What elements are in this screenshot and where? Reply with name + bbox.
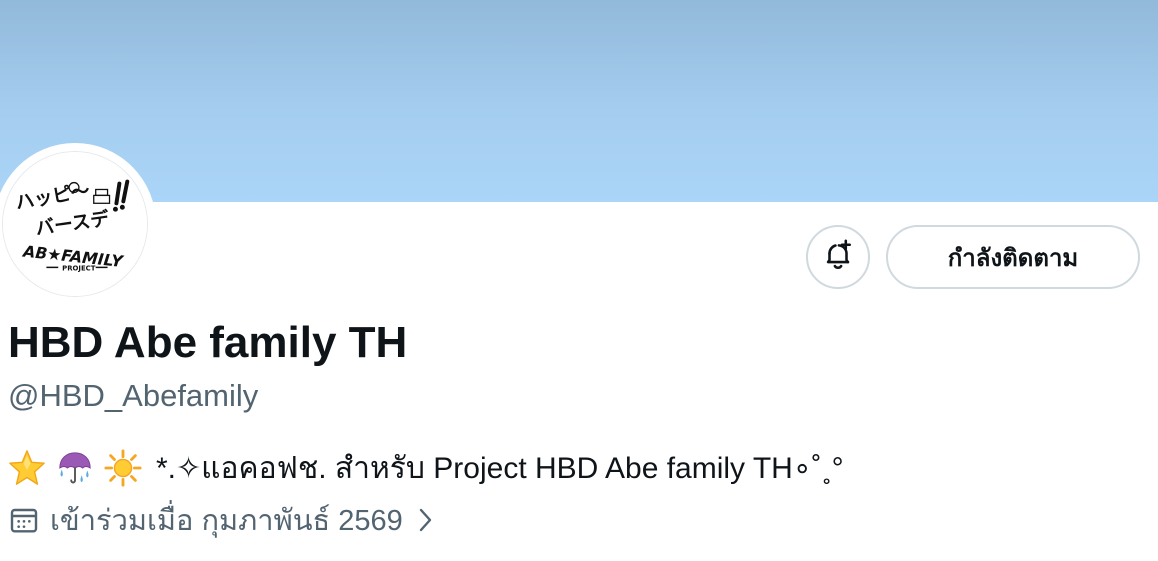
avatar[interactable]: ハッピ〜 バースデ AB★FAMILY PROJECT bbox=[2, 151, 148, 297]
avatar-logo: ハッピ〜 バースデ AB★FAMILY PROJECT bbox=[3, 152, 147, 296]
profile-joined-date[interactable]: เข้าร่วมเมื่อ กุมภาพันธ์ 2569 bbox=[8, 500, 437, 540]
avatar-logo-sub: PROJECT bbox=[62, 264, 96, 272]
profile-display-name: HBD Abe family TH bbox=[8, 318, 408, 367]
umbrella-rain-emoji bbox=[56, 449, 94, 487]
calendar-icon bbox=[8, 504, 40, 536]
following-button[interactable]: กำลังติดตาม bbox=[886, 225, 1140, 289]
profile-banner[interactable] bbox=[0, 0, 1158, 202]
profile-bio-text: *.✧แอคอฟช. สำหรับ Project HBD Abe family… bbox=[156, 451, 844, 485]
bell-plus-icon bbox=[821, 238, 855, 277]
profile-handle: @HBD_Abefamily bbox=[8, 378, 259, 413]
star-emoji bbox=[8, 449, 46, 487]
profile-bio: *.✧แอคอฟช. สำหรับ Project HBD Abe family… bbox=[8, 446, 844, 490]
notification-bell-button[interactable] bbox=[806, 225, 870, 289]
joined-date-label: เข้าร่วมเมื่อ กุมภาพันธ์ 2569 bbox=[50, 505, 403, 537]
chevron-right-icon[interactable] bbox=[413, 505, 437, 535]
sun-emoji bbox=[104, 449, 142, 487]
